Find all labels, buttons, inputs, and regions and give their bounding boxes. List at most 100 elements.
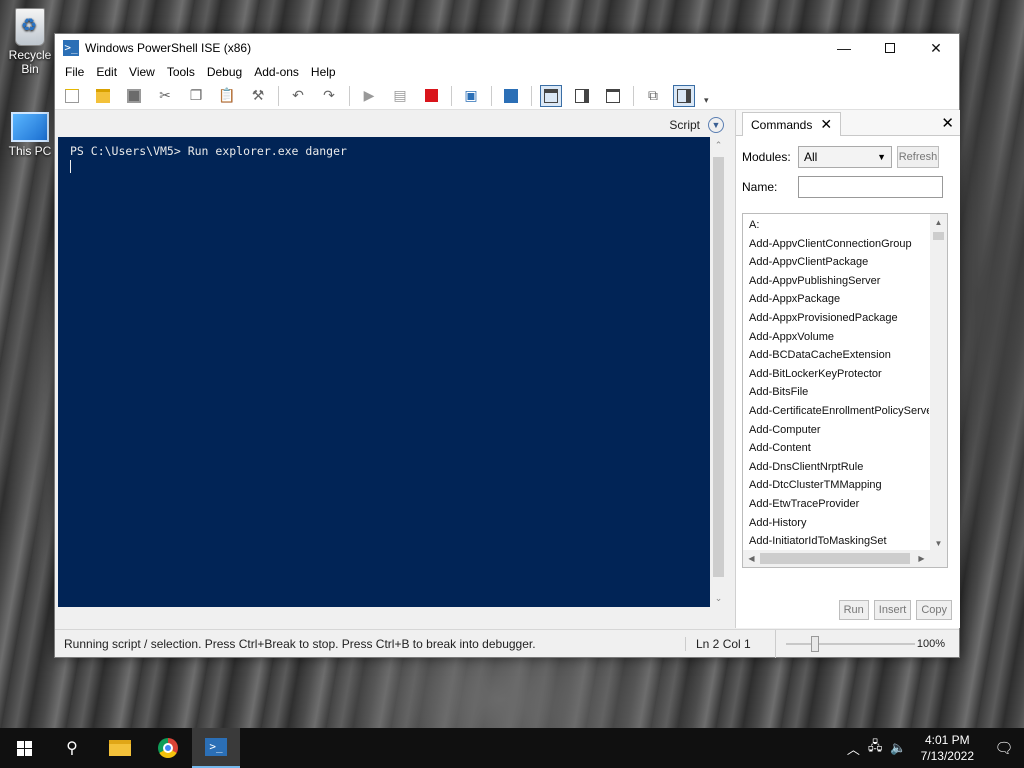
command-list-item[interactable]: Add-BitsFile [749,383,929,402]
maximize-button[interactable] [867,34,913,62]
menu-view[interactable]: View [123,65,161,79]
command-list-item[interactable]: Add-AppvPublishingServer [749,272,929,291]
desktop-icon-this-pc[interactable]: This PC [0,108,60,158]
command-list-item[interactable]: Add-InitiatorIdToMaskingSet [749,532,929,551]
copy-icon[interactable]: ❐ [185,85,207,107]
console-output[interactable]: PS C:\Users\VM5> Run explorer.exe danger [58,137,710,607]
zoom-slider-track [786,642,915,645]
refresh-button[interactable]: Refresh [897,146,939,168]
scrollbar-thumb[interactable] [760,553,910,564]
redo-icon[interactable]: ↷ [318,85,340,107]
chevron-down-icon: ▼ [877,152,886,162]
menu-edit[interactable]: Edit [90,65,123,79]
script-toggle-label[interactable]: Script [669,118,700,132]
chevron-up-icon[interactable]: ︿ [843,739,864,758]
layout-right-icon[interactable] [571,85,593,107]
menu-debug[interactable]: Debug [201,65,248,79]
command-list-item[interactable]: Add-AppxPackage [749,290,929,309]
command-list-item[interactable]: Add-AppxVolume [749,328,929,347]
modules-selected-value: All [804,150,818,164]
paste-icon[interactable]: 📋 [216,85,238,107]
command-list-item[interactable]: Add-BitLockerKeyProtector [749,365,929,384]
command-list-item[interactable]: Add-AppvClientConnectionGroup [749,235,929,254]
scrollbar-thumb[interactable] [713,157,724,577]
layout-max-icon[interactable] [602,85,624,107]
powershell-tab-icon[interactable] [500,85,522,107]
zoom-slider-knob[interactable] [811,635,819,652]
show-script-icon[interactable]: ⧉ [642,85,664,107]
scroll-up-icon[interactable]: ▲ [930,214,947,231]
menu-file[interactable]: File [59,65,90,79]
close-button[interactable]: ✕ [913,34,959,62]
commands-list-items: A: Add-AppvClientConnectionGroup Add-AppvC… [743,214,947,551]
notification-icon[interactable]: 🗨 [984,739,1024,757]
scrollbar-thumb[interactable] [933,232,944,240]
save-icon[interactable] [123,85,145,107]
stop-icon[interactable] [420,85,442,107]
toolbar-separator [349,85,350,106]
search-button[interactable]: ⚲ [48,728,96,768]
modules-select[interactable]: All ▼ [798,146,892,168]
close-tab-icon[interactable]: ✕ [820,116,832,133]
clear-icon[interactable]: ⚒ [247,85,269,107]
run-icon[interactable]: ▶ [358,85,380,107]
zoom-slider[interactable] [775,629,915,658]
console-vertical-scrollbar[interactable]: ⌃ ⌄ [710,137,727,607]
scroll-right-icon[interactable]: ▶ [913,550,930,567]
taskbar: ⚲ >_ ︿ 🖧 🔈 4:01 PM 7/13/2022 🗨 [0,728,1024,768]
close-pane-icon[interactable]: ✕ [941,114,954,132]
scroll-up-icon[interactable]: ⌃ [710,137,727,154]
layout-top-icon[interactable] [540,84,562,107]
command-list-item[interactable]: Add-BCDataCacheExtension [749,346,929,365]
undo-icon[interactable]: ↶ [287,85,309,107]
command-list-item[interactable]: Add-History [749,514,929,533]
taskbar-powershell-ise[interactable]: >_ [192,728,240,768]
command-list-item[interactable]: Add-AppvClientPackage [749,253,929,272]
commands-pane: Commands ✕ ✕ Modules: All ▼ Refresh Name… [735,110,960,628]
start-button[interactable] [0,728,48,768]
menu-help[interactable]: Help [305,65,342,79]
scroll-down-icon[interactable]: ⌄ [710,590,727,607]
scroll-left-icon[interactable]: ◀ [743,550,760,567]
command-list-item[interactable]: Add-DnsClientNrptRule [749,458,929,477]
chevron-down-icon[interactable]: ▼ [708,117,724,133]
console-pane: Script ▼ PS C:\Users\VM5> Run explorer.e… [58,113,730,617]
remote-icon[interactable]: ▣ [460,85,482,107]
command-list-item[interactable]: Add-Computer [749,421,929,440]
toolbar-separator [278,85,279,106]
minimize-button[interactable]: — [821,34,867,62]
commands-list-horizontal-scrollbar[interactable]: ◀ ▶ [743,550,947,567]
run-selection-icon[interactable]: ▤ [389,85,411,107]
toolbar-separator [633,85,634,106]
insert-button[interactable]: Insert [873,600,912,620]
computer-icon [11,112,49,142]
taskbar-chrome[interactable] [144,728,192,768]
command-list-item[interactable]: Add-AppxProvisionedPackage [749,309,929,328]
new-icon[interactable] [61,85,83,107]
commands-list[interactable]: A: Add-AppvClientConnectionGroup Add-AppvC… [742,213,948,568]
name-filter-input[interactable] [798,176,943,198]
menu-tools[interactable]: Tools [161,65,201,79]
copy-button[interactable]: Copy [916,600,952,620]
open-icon[interactable] [92,85,114,107]
clock[interactable]: 4:01 PM 7/13/2022 [911,732,984,764]
show-commands-icon[interactable] [673,84,695,107]
toolbar-overflow-icon[interactable]: ▾ [704,95,709,106]
cursor-position: Ln 2 Col 1 [685,636,770,651]
run-button[interactable]: Run [838,600,869,620]
title-bar[interactable]: >_ Windows PowerShell ISE (x86) — ✕ [55,34,959,62]
command-list-item[interactable]: Add-CertificateEnrollmentPolicyServer [749,402,929,421]
network-icon[interactable]: 🖧 [864,737,887,759]
command-list-item[interactable]: Add-EtwTraceProvider [749,495,929,514]
desktop-icon-recycle-bin[interactable]: Recycle Bin [0,8,60,76]
taskbar-file-explorer[interactable] [96,728,144,768]
cut-icon[interactable]: ✂ [154,85,176,107]
volume-icon[interactable]: 🔈 [886,740,910,756]
menu-add-ons[interactable]: Add-ons [248,65,305,79]
command-list-item[interactable]: Add-Content [749,439,929,458]
console-horizontal-scrollbar[interactable] [58,607,710,617]
tab-commands[interactable]: Commands ✕ [742,112,842,136]
commands-list-vertical-scrollbar[interactable]: ▲ ▼ [930,214,947,552]
command-list-item[interactable]: A: [749,216,929,235]
command-list-item[interactable]: Add-DtcClusterTMMapping [749,476,929,495]
